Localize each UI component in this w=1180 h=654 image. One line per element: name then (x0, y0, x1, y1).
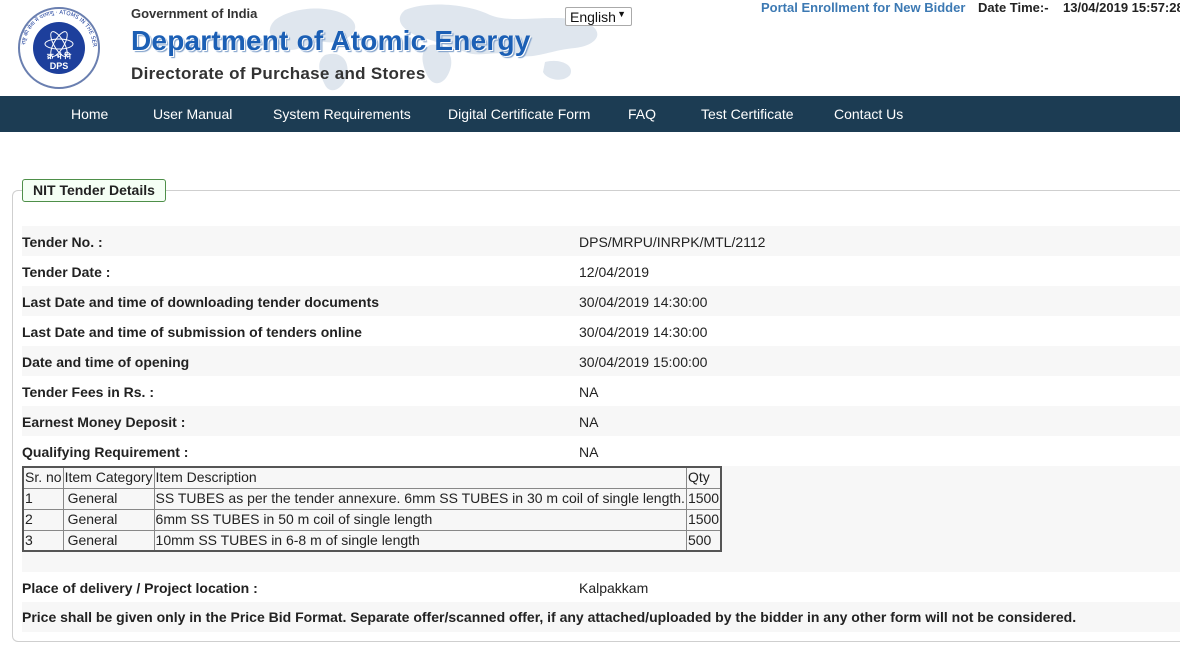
col-header-sr-no: Sr. no (22, 466, 64, 489)
detail-row-qualifying-requirement: Qualifying Requirement : NA (22, 436, 1180, 466)
detail-label: Last Date and time of downloading tender… (22, 294, 380, 310)
detail-value: 30/04/2019 14:30:00 (579, 324, 708, 340)
directorate-subtitle: Directorate of Purchase and Stores (131, 64, 426, 83)
date-time-value: 13/04/2019 15:57:28 (1063, 0, 1180, 15)
language-selected-value: English (570, 9, 616, 25)
detail-label: Place of delivery / Project location : (22, 580, 258, 596)
detail-label: Tender Date : (22, 264, 111, 280)
nav-contact-us[interactable]: Contact Us (834, 106, 903, 122)
detail-value: Kalpakkam (579, 580, 649, 596)
detail-value: NA (579, 384, 599, 400)
items-table-header: Sr. no Item Category Item Description Qt… (22, 466, 722, 489)
detail-row-submission-deadline: Last Date and time of submission of tend… (22, 316, 1180, 346)
detail-row-opening-date: Date and time of opening 30/04/2019 15:0… (22, 346, 1180, 376)
cell-item-description: 6mm SS TUBES in 50 m coil of single leng… (153, 508, 687, 531)
table-row: 2 General 6mm SS TUBES in 50 m coil of s… (22, 508, 722, 531)
nav-digital-certificate-form[interactable]: Digital Certificate Form (448, 106, 590, 122)
col-header-item-category: Item Category (62, 466, 155, 489)
detail-row-tender-fees: Tender Fees in Rs. : NA (22, 376, 1180, 406)
date-time-label: Date Time:- (978, 0, 1049, 15)
detail-row-delivery-location: Place of delivery / Project location : K… (22, 572, 1180, 602)
cell-item-category: General (62, 487, 155, 510)
nav-user-manual[interactable]: User Manual (153, 106, 232, 122)
enrollment-link[interactable]: Portal Enrollment for New Bidder (761, 0, 965, 15)
detail-value: 30/04/2019 15:00:00 (579, 354, 708, 370)
nav-faq[interactable]: FAQ (628, 106, 656, 122)
detail-label: Date and time of opening (22, 354, 190, 370)
svg-text:क्र भं नि: क्र भं नि (46, 51, 71, 61)
cell-sr-no: 1 (22, 487, 64, 510)
government-label: Government of India (131, 6, 258, 21)
col-header-qty: Qty (685, 466, 722, 489)
detail-label: Tender No. : (22, 234, 103, 250)
cell-item-description: 10mm SS TUBES in 6-8 m of single length (153, 529, 687, 552)
svg-text:DPS: DPS (50, 61, 69, 71)
detail-label: Last Date and time of submission of tend… (22, 324, 362, 340)
detail-row-download-deadline: Last Date and time of downloading tender… (22, 286, 1180, 316)
nav-test-certificate[interactable]: Test Certificate (701, 106, 794, 122)
department-title: Department of Atomic Energy (131, 25, 531, 56)
detail-value: NA (579, 414, 599, 430)
cell-qty: 1500 (685, 487, 722, 510)
site-header: क्र भं नि DPS राष्ट्र की सेवा में परमाणु… (0, 0, 1180, 96)
detail-value: 30/04/2019 14:30:00 (579, 294, 708, 310)
detail-label: Earnest Money Deposit : (22, 414, 186, 430)
col-header-item-description: Item Description (153, 466, 687, 489)
detail-row-tender-no: Tender No. : DPS/MRPU/INRPK/MTL/2112 (22, 226, 1180, 256)
cell-item-category: General (62, 508, 155, 531)
nav-system-requirements[interactable]: System Requirements (273, 106, 411, 122)
table-row: 3 General 10mm SS TUBES in 6-8 m of sing… (22, 529, 722, 552)
section-title: NIT Tender Details (22, 179, 166, 202)
chevron-down-icon: ▼ (617, 9, 626, 19)
detail-value: 12/04/2019 (579, 264, 650, 280)
cell-sr-no: 3 (22, 529, 64, 552)
price-bid-note: Price shall be given only in the Price B… (22, 609, 1077, 625)
dps-seal-logo: क्र भं नि DPS राष्ट्र की सेवा में परमाणु… (9, 4, 100, 89)
detail-row-tender-date: Tender Date : 12/04/2019 (22, 256, 1180, 286)
detail-value: DPS/MRPU/INRPK/MTL/2112 (579, 234, 766, 250)
cell-qty: 500 (685, 529, 722, 552)
items-table: Sr. no Item Category Item Description Qt… (22, 466, 723, 552)
detail-label: Qualifying Requirement : (22, 444, 189, 460)
nav-home[interactable]: Home (71, 106, 108, 122)
cell-item-category: General (62, 529, 155, 552)
detail-value: NA (579, 444, 599, 460)
cell-qty: 1500 (685, 508, 722, 531)
detail-label: Tender Fees in Rs. : (22, 384, 154, 400)
table-row: 1 General SS TUBES as per the tender ann… (22, 487, 722, 510)
language-select[interactable]: English ▼ (565, 7, 632, 26)
detail-row-emd: Earnest Money Deposit : NA (22, 406, 1180, 436)
cell-item-description: SS TUBES as per the tender annexure. 6mm… (153, 487, 687, 510)
main-nav: Home User Manual System Requirements Dig… (0, 96, 1180, 132)
cell-sr-no: 2 (22, 508, 64, 531)
